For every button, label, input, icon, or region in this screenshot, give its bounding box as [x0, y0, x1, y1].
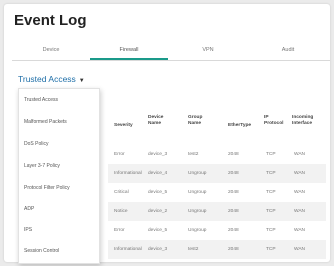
- cell-ip-protocol: TCP: [266, 209, 276, 214]
- menu-item-layer-3-7-policy[interactable]: Layer 3-7 Policy: [19, 156, 99, 176]
- event-type-selected: Trusted Access: [18, 74, 76, 84]
- page-title: Event Log: [14, 12, 87, 29]
- cell-incoming-interface: WAN: [294, 171, 306, 176]
- cell-group-name: test2: [188, 247, 199, 252]
- cell-ethertype: 2048: [228, 209, 239, 214]
- menu-item-adp[interactable]: ADP: [19, 199, 99, 219]
- cell-severity: Informational: [114, 247, 142, 252]
- table-row[interactable]: Informational device_3 test2 2048 TCP WA…: [108, 240, 326, 259]
- cell-ethertype: 2048: [228, 247, 239, 252]
- caret-down-icon: ▼: [78, 78, 85, 84]
- cell-ip-protocol: TCP: [266, 152, 276, 157]
- column-header-incoming-interface[interactable]: Incoming Interface: [292, 115, 324, 127]
- tab-device[interactable]: Device: [12, 42, 90, 59]
- cell-incoming-interface: WAN: [294, 209, 306, 214]
- table-row[interactable]: Error device_5 Ungroup 2048 TCP WAN: [108, 221, 326, 240]
- menu-item-ips[interactable]: IPS: [19, 220, 99, 240]
- cell-severity: Critical: [114, 190, 129, 195]
- table-row[interactable]: Error device_3 test2 2048 TCP WAN: [108, 145, 326, 164]
- table-row[interactable]: Critical device_5 Ungroup 2048 TCP WAN: [108, 183, 326, 202]
- cell-device-name: device_2: [148, 209, 168, 214]
- event-type-menu: Trusted Access Malformed Packets DoS Pol…: [18, 88, 100, 264]
- cell-group-name: Ungroup: [188, 228, 207, 233]
- tab-vpn[interactable]: VPN: [168, 42, 248, 59]
- table-header: Severity Device Name Group Name EtherTyp…: [108, 109, 326, 145]
- cell-ip-protocol: TCP: [266, 171, 276, 176]
- cell-ip-protocol: TCP: [266, 247, 276, 252]
- cell-ethertype: 2048: [228, 228, 239, 233]
- cell-group-name: test2: [188, 152, 199, 157]
- table-row[interactable]: Informational device_4 Ungroup 2048 TCP …: [108, 164, 326, 183]
- cell-ip-protocol: TCP: [266, 228, 276, 233]
- cell-device-name: device_5: [148, 228, 168, 233]
- menu-item-protocol-filter-policy[interactable]: Protocol Filter Policy: [19, 178, 99, 198]
- column-header-ethertype[interactable]: EtherType: [228, 123, 251, 129]
- tab-audit[interactable]: Audit: [248, 42, 328, 59]
- menu-item-malformed-packets[interactable]: Malformed Packets: [19, 112, 99, 132]
- tab-bar: Device Firewall VPN Audit: [12, 42, 330, 61]
- cell-incoming-interface: WAN: [294, 228, 306, 233]
- table-row[interactable]: Notice device_2 Ungroup 2048 TCP WAN: [108, 202, 326, 221]
- cell-severity: Error: [114, 152, 125, 157]
- cell-incoming-interface: WAN: [294, 247, 306, 252]
- event-type-dropdown[interactable]: Trusted Access ▼: [18, 74, 85, 84]
- cell-severity: Notice: [114, 209, 128, 214]
- cell-incoming-interface: WAN: [294, 152, 306, 157]
- column-header-device-name[interactable]: Device Name: [148, 115, 170, 127]
- cell-incoming-interface: WAN: [294, 190, 306, 195]
- cell-severity: Informational: [114, 171, 142, 176]
- menu-item-trusted-access[interactable]: Trusted Access: [19, 90, 99, 110]
- tab-firewall[interactable]: Firewall: [90, 42, 168, 60]
- cell-ethertype: 2048: [228, 152, 239, 157]
- cell-group-name: Ungroup: [188, 171, 207, 176]
- cell-ethertype: 2048: [228, 171, 239, 176]
- cell-group-name: Ungroup: [188, 209, 207, 214]
- menu-item-session-control[interactable]: Session Control: [19, 241, 99, 261]
- cell-device-name: device_5: [148, 190, 168, 195]
- cell-group-name: Ungroup: [188, 190, 207, 195]
- cell-ip-protocol: TCP: [266, 190, 276, 195]
- cell-ethertype: 2048: [228, 190, 239, 195]
- column-header-ip-protocol[interactable]: IP Protocol: [264, 115, 284, 127]
- cell-severity: Error: [114, 228, 125, 233]
- menu-item-dos-policy[interactable]: DoS Policy: [19, 134, 99, 154]
- column-header-severity[interactable]: Severity: [114, 123, 133, 129]
- cell-device-name: device_3: [148, 152, 168, 157]
- cell-device-name: device_4: [148, 171, 168, 176]
- cell-device-name: device_3: [148, 247, 168, 252]
- column-header-group-name[interactable]: Group Name: [188, 115, 210, 127]
